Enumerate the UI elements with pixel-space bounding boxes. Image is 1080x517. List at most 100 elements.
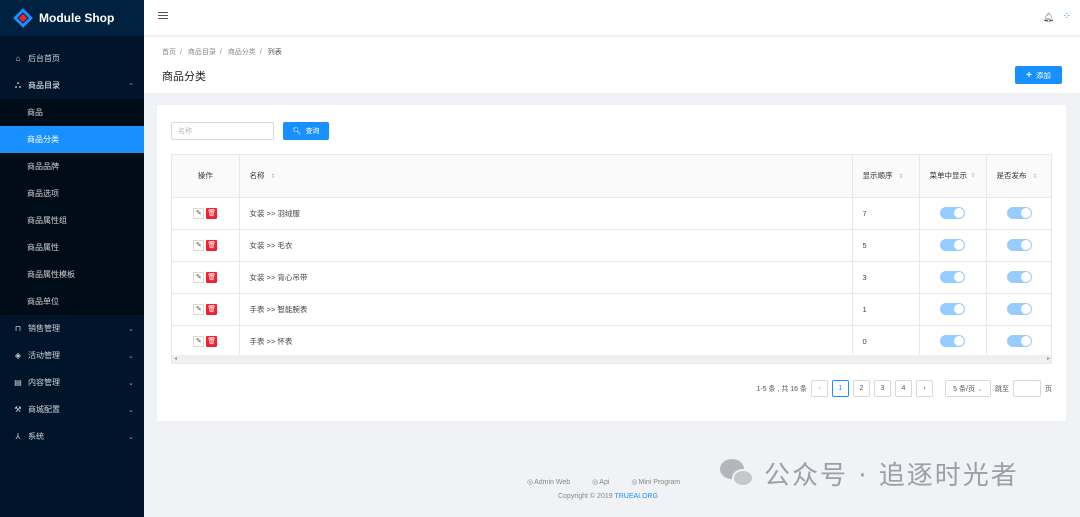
show-in-menu-toggle[interactable] xyxy=(940,271,965,283)
sidebar-item-units[interactable]: 商品单位 xyxy=(0,288,144,315)
published-toggle[interactable] xyxy=(1007,335,1033,347)
breadcrumb: 首页 / 商品目录 / 商品分类 / 列表 xyxy=(162,49,282,56)
footer-link-api[interactable]: ◎Api xyxy=(592,478,609,486)
delete-icon[interactable]: 🗑︎ xyxy=(206,207,218,219)
delete-icon[interactable]: 🗑︎ xyxy=(206,271,218,283)
footer-links: ◎Admin Web ◎Api ◎Mini Program xyxy=(527,478,680,486)
edit-icon[interactable]: ✎ xyxy=(193,271,205,283)
sidebar-item-attribute-templates[interactable]: 商品属性模板 xyxy=(0,261,144,288)
horizontal-scrollbar[interactable]: ◂ ▸ xyxy=(172,355,1051,363)
published-toggle[interactable] xyxy=(1007,239,1033,251)
sidebar-item-options[interactable]: 商品选项 xyxy=(0,180,144,207)
show-in-menu-toggle[interactable] xyxy=(940,303,965,315)
sort-icon[interactable]: ⇕ xyxy=(271,174,276,180)
breadcrumb-item[interactable]: 商品目录 xyxy=(188,49,216,56)
sort-icon[interactable]: ⇕ xyxy=(970,172,975,179)
col-header-name[interactable]: 名称 ⇕ xyxy=(239,155,853,198)
sidebar-item-categories[interactable]: 商品分类 xyxy=(0,126,144,153)
page-size-select[interactable]: 5 条/页 ⌄ xyxy=(945,380,991,397)
table-row: ✎ 🗑︎ 女装 >> 背心吊带 3 xyxy=(172,261,1051,294)
menu-fold-icon[interactable] xyxy=(158,12,168,22)
edit-icon[interactable]: ✎ xyxy=(193,207,205,219)
name-cell: 女装 >> 毛衣 xyxy=(239,229,853,262)
actions-cell: ✎ 🗑︎ xyxy=(172,261,240,294)
footer-link-label: Api xyxy=(599,479,610,486)
query-button[interactable]: 🔍︎ 查询 xyxy=(283,122,329,140)
published-toggle[interactable] xyxy=(1007,271,1033,283)
show-in-menu-toggle[interactable] xyxy=(940,239,965,251)
sidebar-item-products[interactable]: 商品 xyxy=(0,99,144,126)
sidebar-item-system[interactable]: ⅄ 系统 ⌄ xyxy=(0,423,144,450)
sort-icon[interactable]: ⇕ xyxy=(899,174,904,180)
footer-link-admin-web[interactable]: ◎Admin Web xyxy=(527,478,570,486)
app-logo[interactable]: Module Shop xyxy=(0,0,144,36)
copyright-brand-link[interactable]: TRUEAI.ORG xyxy=(614,493,658,500)
chevron-up-icon: ⌃ xyxy=(128,82,134,90)
page-button[interactable]: 4 xyxy=(895,380,912,397)
tool-icon: ⚒ xyxy=(14,405,22,414)
page-suffix: 页 xyxy=(1045,385,1052,393)
sort-icon[interactable]: ⇕ xyxy=(1033,174,1038,180)
page-button[interactable]: 2 xyxy=(853,380,870,397)
settings-icon[interactable]: ⁘ xyxy=(1063,11,1071,22)
delete-icon[interactable]: 🗑︎ xyxy=(206,335,218,347)
sidebar-item-attributes[interactable]: 商品属性 xyxy=(0,234,144,261)
edit-icon[interactable]: ✎ xyxy=(193,335,205,347)
jump-page-input[interactable] xyxy=(1013,380,1041,397)
breadcrumb-item[interactable]: 首页 xyxy=(162,49,176,56)
sidebar-item-label: 内容管理 xyxy=(28,378,60,387)
sidebar-item-brands[interactable]: 商品品牌 xyxy=(0,153,144,180)
scroll-right-icon[interactable]: ▸ xyxy=(1047,355,1050,362)
chevron-down-icon: ⌄ xyxy=(128,406,134,414)
name-cell: 手表 >> 智能腕表 xyxy=(239,293,853,326)
published-cell xyxy=(986,293,1051,326)
breadcrumb-item-current: 列表 xyxy=(267,49,282,56)
sidebar-item-label: 活动管理 xyxy=(28,351,60,360)
published-toggle[interactable] xyxy=(1007,207,1033,219)
catalog-submenu: 商品 商品分类 商品品牌 商品选项 商品属性组 商品属性 商品属性模板 商品单位 xyxy=(0,99,144,315)
home-icon: ⌂ xyxy=(15,54,21,63)
sidebar-item-promotions[interactable]: ◈ 活动管理 ⌄ xyxy=(0,342,144,369)
sidebar-item-shop-config[interactable]: ⚒ 商城配置 ⌄ xyxy=(0,396,144,423)
col-header-label: 名称 xyxy=(249,171,265,181)
col-header-show-in-menu[interactable]: 菜单中显示 ⇕ xyxy=(919,155,987,198)
page-button[interactable]: 1 xyxy=(832,380,849,397)
show-in-menu-toggle[interactable] xyxy=(940,207,965,219)
breadcrumb-item[interactable]: 商品分类 xyxy=(228,49,256,56)
name-cell: 手表 >> 怀表 xyxy=(239,325,853,358)
add-button-label: 添加 xyxy=(1035,70,1051,80)
show-in-menu-cell xyxy=(919,229,987,262)
sidebar-item-content[interactable]: ▤ 内容管理 ⌄ xyxy=(0,369,144,396)
name-cell: 女装 >> 羽绒服 xyxy=(239,197,853,230)
pagination-summary: 1-5 条 , 共 16 条 xyxy=(756,385,807,393)
prev-page-button[interactable]: ‹ xyxy=(811,380,828,397)
category-table: 操作 名称 ⇕ 显示顺序 ⇕ 菜单中显示 ⇕ 是否发布 ⇕ ✎ 🗑︎ 女装 >> 羽绒服 7 ✎… xyxy=(171,154,1052,364)
delete-icon[interactable]: 🗑︎ xyxy=(206,303,218,315)
footer-link-mini-program[interactable]: ◎Mini Program xyxy=(631,478,680,486)
col-header-order[interactable]: 显示顺序 ⇕ xyxy=(852,155,920,198)
sidebar-item-attribute-groups[interactable]: 商品属性组 xyxy=(0,207,144,234)
sidebar-item-sales[interactable]: ⊓ 销售管理 ⌄ xyxy=(0,315,144,342)
table-row: ✎ 🗑︎ 手表 >> 怀表 0 xyxy=(172,325,1051,358)
published-cell xyxy=(986,261,1051,294)
col-header-published[interactable]: 是否发布 ⇕ xyxy=(986,155,1051,198)
github-icon: ◎ xyxy=(631,479,638,486)
search-icon: 🔍︎ xyxy=(292,128,302,135)
delete-icon[interactable]: 🗑︎ xyxy=(206,239,218,251)
next-page-button[interactable]: › xyxy=(916,380,933,397)
app-title: Module Shop xyxy=(39,11,115,25)
bell-icon[interactable]: 🔔︎ xyxy=(1043,12,1054,23)
order-cell: 1 xyxy=(852,293,920,326)
sidebar-item-dashboard[interactable]: ⌂ 后台首页 xyxy=(0,45,144,72)
edit-icon[interactable]: ✎ xyxy=(193,303,205,315)
page-button[interactable]: 3 xyxy=(874,380,891,397)
search-input[interactable] xyxy=(171,122,274,140)
published-toggle[interactable] xyxy=(1007,303,1033,315)
page-title: 商品分类 xyxy=(162,71,206,83)
scroll-left-icon[interactable]: ◂ xyxy=(174,355,177,362)
edit-icon[interactable]: ✎ xyxy=(193,239,205,251)
sidebar-item-catalog[interactable]: ஃ 商品目录 ⌃ xyxy=(0,72,144,99)
show-in-menu-toggle[interactable] xyxy=(940,335,965,347)
table-row: ✎ 🗑︎ 手表 >> 智能腕表 1 xyxy=(172,293,1051,326)
add-button[interactable]: + 添加 xyxy=(1015,66,1062,84)
